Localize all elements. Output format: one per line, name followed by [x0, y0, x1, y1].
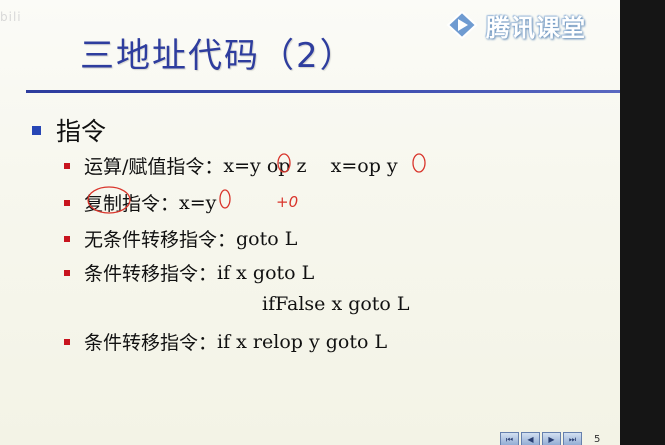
item-code: goto L — [236, 227, 298, 250]
last-icon[interactable]: ⏭ — [563, 432, 582, 445]
annotation-note: +0 — [276, 193, 298, 211]
bullet-icon — [64, 338, 70, 345]
item-code: if x goto L — [217, 261, 315, 284]
watermark: bili — [0, 10, 22, 24]
annotation-circle — [219, 189, 231, 209]
next-icon[interactable]: ▶ — [542, 432, 561, 445]
slide-nav: ⏮ ◀ ▶ ⏭ — [500, 432, 582, 445]
item-code: x=y op z x=op y — [223, 154, 398, 177]
bullet-icon — [64, 269, 70, 276]
section-label: 指令 — [56, 117, 107, 146]
prev-icon[interactable]: ◀ — [521, 432, 540, 445]
play-logo-icon — [446, 10, 478, 40]
item-label: 复制指令： — [84, 193, 180, 215]
list-item: 运算/赋值指令： x=y op z x=op y — [64, 152, 398, 179]
section-heading: 指令 — [32, 112, 106, 148]
list-item: 条件转移指令： if x goto L — [64, 259, 314, 286]
window-edge — [620, 0, 665, 445]
item-label: 运算/赋值指令： — [84, 156, 224, 178]
bullet-icon — [64, 162, 70, 169]
first-icon[interactable]: ⏮ — [500, 432, 519, 445]
list-item: 无条件转移指令： goto L — [64, 225, 297, 252]
slide-title: 三地址代码（2） — [80, 36, 356, 76]
bullet-icon — [64, 199, 70, 206]
page-number: 5 — [594, 434, 601, 445]
title-divider — [26, 90, 620, 93]
item-code: x=y — [179, 191, 217, 214]
item-label: 无条件转移指令： — [84, 229, 237, 251]
list-item: 条件转移指令： if x relop y goto L — [64, 328, 387, 355]
bullet-icon — [32, 125, 41, 135]
item-code-continuation: ifFalse x goto L — [262, 293, 410, 315]
brand-name: 腾讯课堂 — [486, 13, 586, 42]
item-label: 条件转移指令： — [84, 263, 218, 285]
slide: bili 腾讯课堂 三地址代码（2） 指令 运算/赋值指令： x=y op z … — [0, 0, 620, 445]
tencent-classroom-logo: 腾讯课堂 — [444, 6, 614, 44]
annotation-circle — [412, 153, 426, 173]
item-label: 条件转移指令： — [84, 332, 218, 354]
bullet-icon — [64, 235, 70, 242]
item-code: if x relop y goto L — [217, 330, 388, 353]
list-item: 复制指令： x=y — [64, 189, 216, 216]
